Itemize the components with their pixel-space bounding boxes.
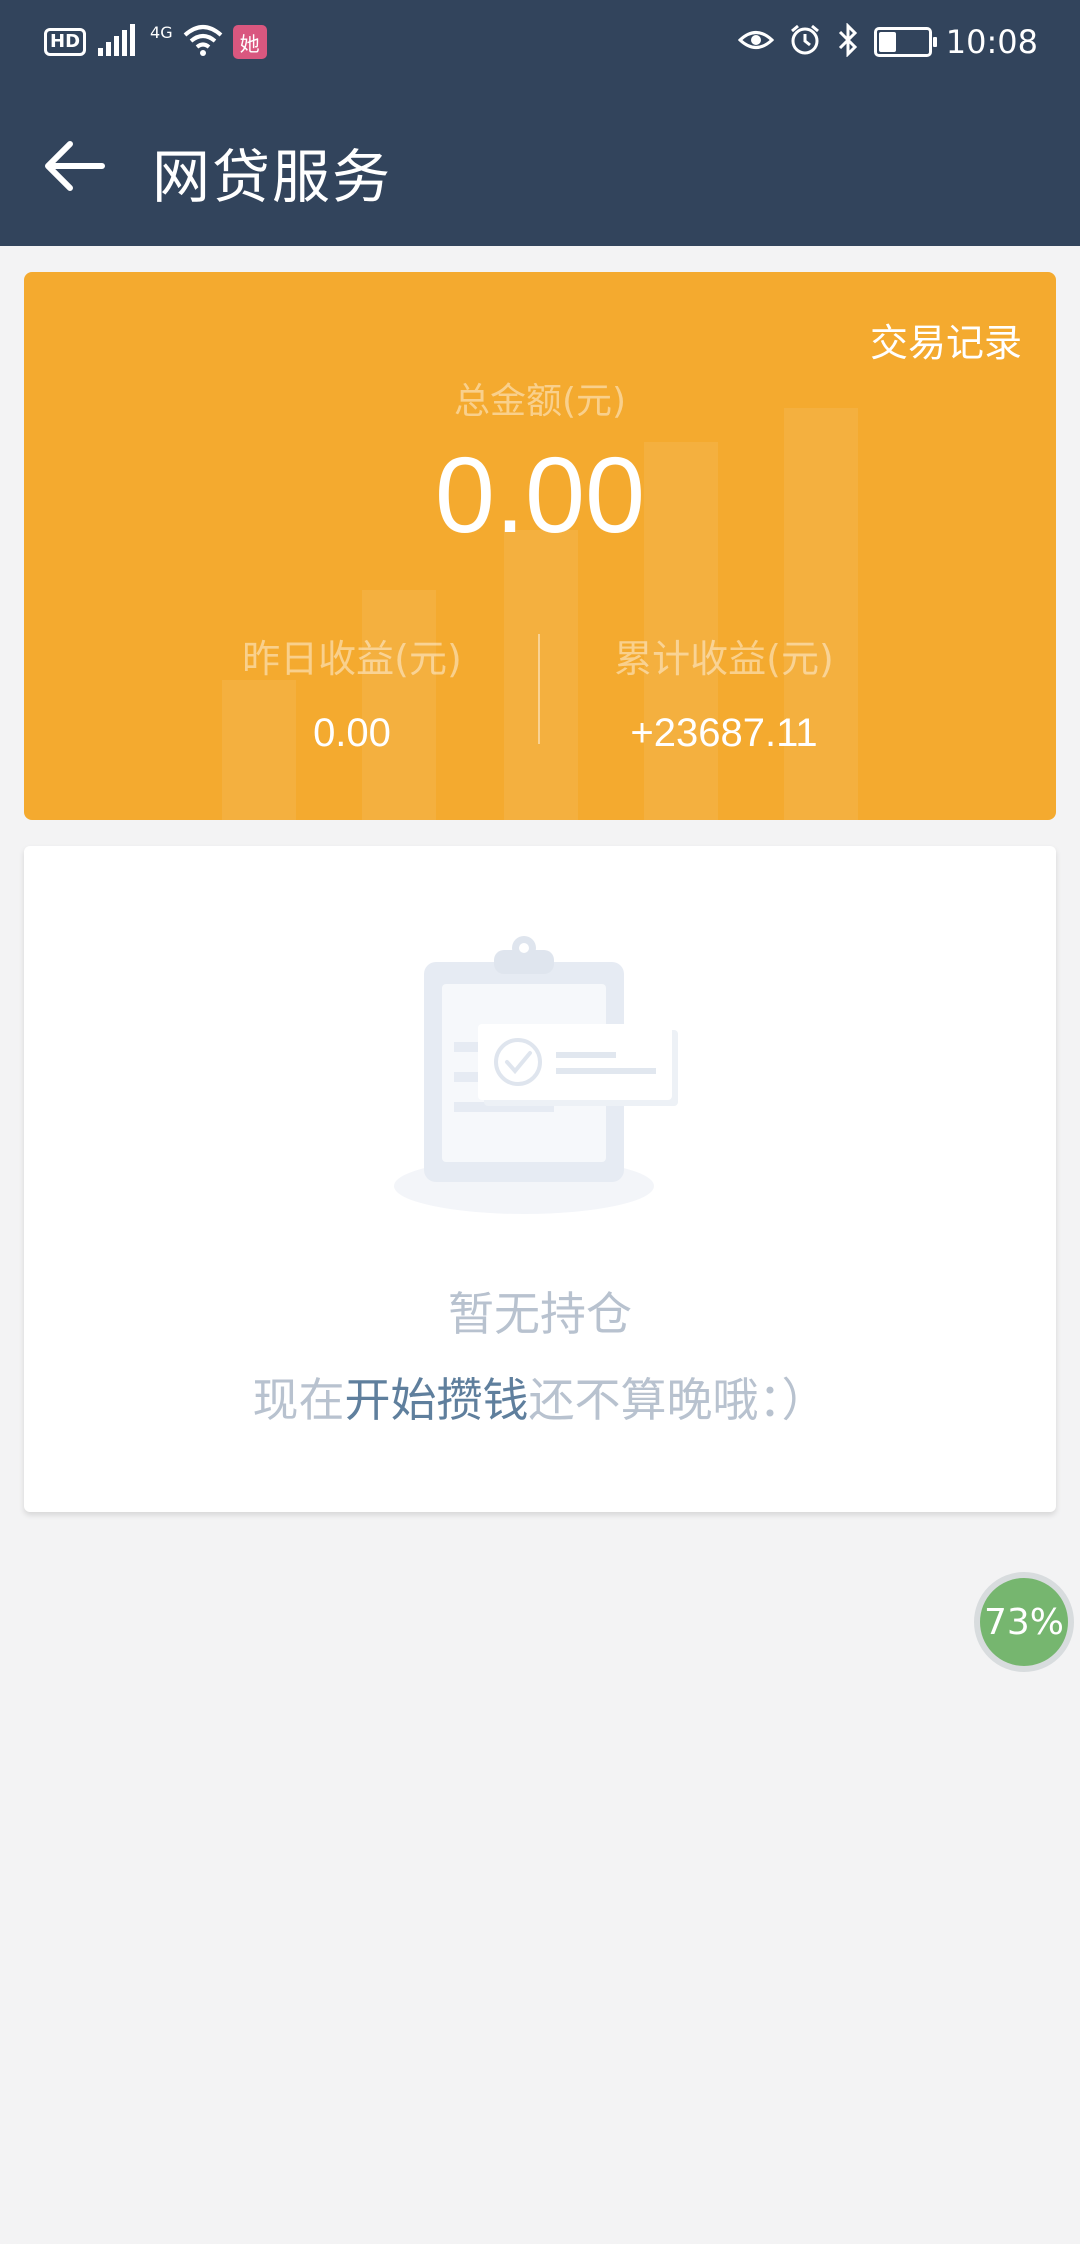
transaction-records-link[interactable]: 交易记录 [870,312,1022,367]
app-bar: HD 4G 她 10:08 网贷服务 [0,0,1080,246]
cumulative-earnings: 累计收益(元) +23687.11 [524,628,924,756]
app-notification-icon: 她 [232,25,267,59]
page-header: 网贷服务 [0,84,1080,246]
eye-icon [737,25,774,59]
battery-level [878,32,896,52]
bluetooth-icon [836,22,860,61]
yesterday-earnings: 昨日收益(元) 0.00 [152,628,552,756]
subtitle-prefix: 现在 [252,1373,345,1427]
status-left: HD 4G 她 [44,22,267,62]
empty-holdings-title: 暂无持仓 [448,1287,632,1341]
floating-progress-bubble[interactable]: 73% [974,1572,1074,1672]
wifi-icon [183,23,223,61]
network-type-label: 4G [150,22,173,42]
hd-icon: HD [44,28,87,56]
cumulative-earnings-label: 累计收益(元) [614,637,834,681]
back-arrow-icon[interactable] [40,136,112,196]
total-amount-value: 0.00 [434,434,646,555]
status-bar: HD 4G 她 10:08 [0,0,1080,84]
start-saving-link[interactable]: 开始攒钱 [345,1373,529,1427]
yesterday-earnings-label: 昨日收益(元) [242,637,462,681]
assets-summary-card: 交易记录 总金额(元) 0.00 昨日收益(元) 0.00 累计收益(元) +2… [24,272,1056,820]
holdings-card: 暂无持仓 现在开始攒钱还不算晚哦：） [24,846,1056,1512]
battery-icon [873,27,937,57]
cumulative-earnings-value: +23687.11 [630,711,818,755]
status-right: 10:08 [737,20,1038,64]
empty-holdings-subtitle: 现在开始攒钱还不算晚哦：） [24,1364,1056,1430]
alarm-icon [788,23,822,61]
page-title: 网贷服务 [152,143,393,211]
signal-icon [96,22,140,62]
subtitle-suffix: 还不算晚哦：） [528,1373,828,1427]
clipboard-check-icon [394,932,694,1232]
yesterday-earnings-value: 0.00 [313,711,391,755]
total-amount-label: 总金额(元) [453,381,627,422]
status-time: 10:08 [945,23,1038,61]
